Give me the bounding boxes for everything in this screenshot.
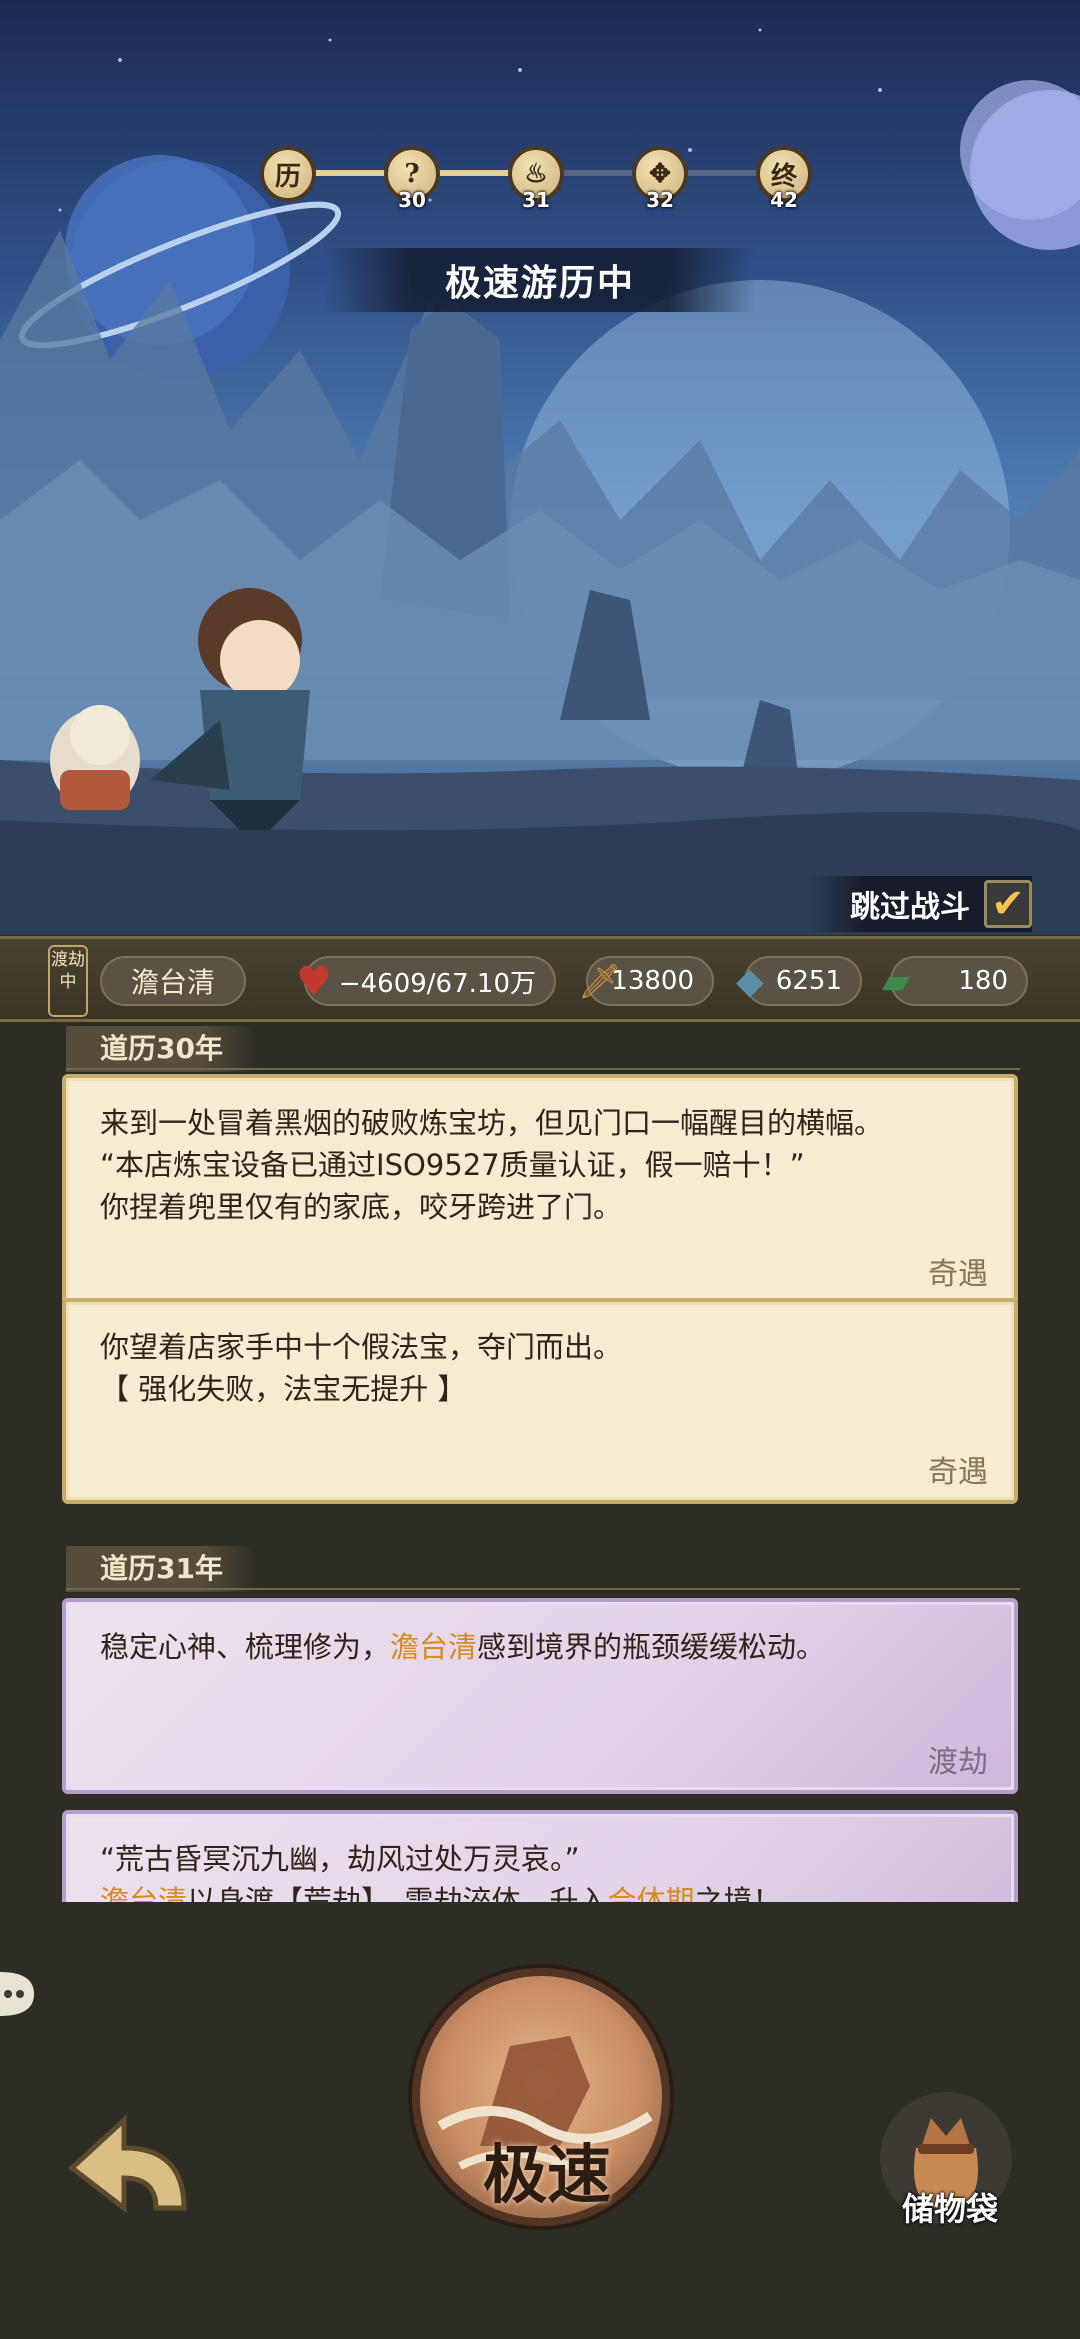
realm-highlight: 合体期	[607, 1884, 695, 1902]
entry-tag: 奇遇	[928, 1257, 988, 1292]
entry-text: 你望着店家手中十个假法宝，夺门而出。	[100, 1330, 623, 1364]
status-banner: 极速游历中	[325, 248, 755, 312]
journey-log[interactable]: 道历30年 来到一处冒着黑烟的破败炼宝坊，但见门口一幅醒目的横幅。 “本店炼宝设…	[0, 1022, 1080, 1902]
chat-bubble-icon[interactable]	[0, 1964, 40, 2024]
hp-display: ♥ −4609/67.10万	[296, 956, 556, 1006]
log-entry: 你望着店家手中十个假法宝，夺门而出。 【 强化失败，法宝无提升 】 奇遇	[62, 1298, 1018, 1504]
bottom-controls: 极速 储物袋	[0, 1902, 1080, 2339]
attack-display: 🗡 13800	[578, 956, 714, 1006]
check-icon: ✔	[991, 881, 1025, 927]
year-header-30: 道历30年	[66, 1026, 257, 1072]
progress-node-30-number: 30	[398, 188, 426, 212]
hp-value: −4609/67.10万	[338, 968, 536, 999]
progress-node-end-number: 42	[770, 188, 798, 212]
entry-text: 稳定心神、梳理修为，澹台清感到境界的瓶颈缓缓松动。	[100, 1626, 980, 1668]
back-arrow-icon[interactable]	[64, 2108, 194, 2228]
skip-battle-checkbox[interactable]: ✔	[984, 880, 1032, 928]
storage-bag-label[interactable]: 储物袋	[880, 2184, 1020, 2230]
question-icon: ?	[404, 159, 420, 189]
entry-text-part: 感到境界的瓶颈缓缓松动。	[477, 1630, 826, 1664]
spirit-stone-display: ◆ 6251	[736, 956, 862, 1006]
entry-tag: 奇遇	[928, 1455, 988, 1490]
character-status-bar: 渡劫中 澹台清 ♥ −4609/67.10万 🗡 13800 ◆ 6251 ▰ …	[0, 936, 1080, 1022]
entry-text: 【 强化失败，法宝无提升 】	[100, 1372, 467, 1406]
jade-icon: ▰	[882, 961, 910, 1002]
state-tag: 渡劫中	[48, 945, 88, 1017]
entry-text: 你捏着兜里仅有的家底，咬牙跨进了门。	[100, 1190, 623, 1224]
character-name-highlight: 澹台清	[100, 1884, 188, 1902]
progress-node-32-number: 32	[646, 188, 674, 212]
entry-tag: 渡劫	[928, 1745, 988, 1780]
node-start-glyph: 历	[274, 161, 301, 192]
entry-text: “本店炼宝设备已通过ISO9527质量认证，假一赔十！”	[100, 1148, 805, 1182]
entry-text-part: 稳定心神、梳理修为，	[100, 1630, 391, 1664]
log-entry-tribulation: “荒古昏冥沉九幽，劫风过处万灵哀。” 澹台清以身渡【荒劫】，雷劫淬体，升入合体期…	[62, 1810, 1018, 1902]
crossroads-icon: ✥	[649, 159, 671, 189]
node-end-glyph: 终	[770, 161, 797, 192]
log-entry: 来到一处冒着黑烟的破败炼宝坊，但见门口一幅醒目的横幅。 “本店炼宝设备已通过IS…	[62, 1074, 1018, 1306]
character-name: 澹台清	[100, 956, 246, 1006]
progress-node-start: 历	[260, 146, 316, 202]
heart-icon: ♥	[296, 959, 332, 1005]
year-divider	[66, 1588, 1020, 1590]
entry-text-part: 以身渡【荒劫】，雷劫淬体，升入	[187, 1884, 608, 1902]
entry-text-part: 之境！	[694, 1884, 782, 1902]
skip-battle-toggle[interactable]: 跳过战斗 ✔	[810, 876, 1032, 932]
year-divider	[66, 1068, 1020, 1070]
log-entry-tribulation: 稳定心神、梳理修为，澹台清感到境界的瓶颈缓缓松动。 渡劫	[62, 1598, 1018, 1794]
jade-value: 180	[958, 966, 1008, 996]
entry-text: 来到一处冒着黑烟的破败炼宝坊，但见门口一幅醒目的横幅。	[100, 1106, 884, 1140]
year-header-31: 道历31年	[66, 1546, 257, 1592]
entry-text: 澹台清以身渡【荒劫】，雷劫淬体，升入合体期之境！	[100, 1880, 980, 1902]
progress-node-31-number: 31	[522, 188, 550, 212]
sword-icon: 🗡	[578, 962, 622, 1002]
jade-display: ▰ 180	[882, 956, 1028, 1006]
battle-scene: 历 ? 30 ♨ 31 ✥ 32 终 42 极速游历中 跳过战斗 ✔	[0, 0, 1080, 935]
tribulation-icon: ♨	[524, 159, 548, 189]
spirit-stone-icon: ◆	[736, 961, 764, 1002]
entry-text: “荒古昏冥沉九幽，劫风过处万灵哀。”	[100, 1842, 580, 1876]
character-name-highlight: 澹台清	[390, 1630, 478, 1664]
skip-battle-label: 跳过战斗	[850, 890, 970, 925]
journey-progress-track: 历 ? 30 ♨ 31 ✥ 32 终 42	[260, 146, 820, 212]
speed-button-label: 极速	[483, 2138, 611, 2213]
scene-background	[0, 28, 1080, 935]
